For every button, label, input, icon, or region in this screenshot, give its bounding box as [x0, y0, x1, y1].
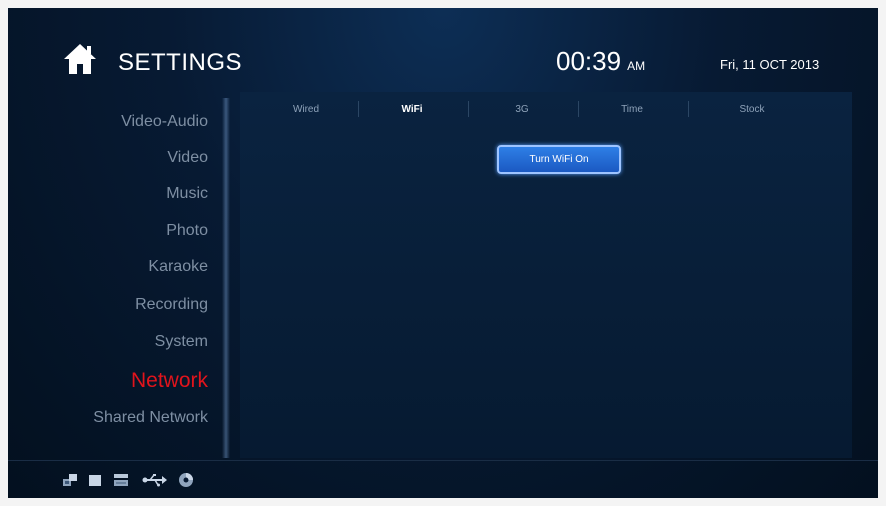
footer-divider: [8, 460, 878, 461]
settings-screen: SETTINGS 00:39 AM Fri, 11 OCT 2013 Video-…: [8, 8, 878, 498]
sidebar-item-video-audio[interactable]: Video-Audio: [121, 113, 208, 131]
clock: 00:39 AM: [556, 46, 645, 77]
clock-ampm: AM: [627, 59, 646, 73]
network-icon: [63, 474, 77, 486]
disc-icon: [179, 473, 193, 487]
sidebar-item-recording[interactable]: Recording: [135, 296, 208, 314]
hdd-icon: [114, 474, 128, 486]
clock-time: 00:39: [556, 46, 622, 76]
sidebar-item-video[interactable]: Video: [167, 149, 208, 167]
turn-wifi-on-button[interactable]: Turn WiFi On: [497, 145, 621, 174]
tab-wifi[interactable]: WiFi: [382, 104, 442, 115]
tab-separator: [358, 101, 359, 117]
tab-separator: [688, 101, 689, 117]
status-bar: [62, 470, 194, 490]
sidebar-item-system[interactable]: System: [155, 333, 208, 351]
tab-separator: [468, 101, 469, 117]
page-title: SETTINGS: [118, 49, 243, 76]
sidebar-item-network[interactable]: Network: [131, 369, 208, 393]
sidebar-item-photo[interactable]: Photo: [166, 222, 208, 240]
sidebar-item-music[interactable]: Music: [166, 185, 208, 203]
sidebar-divider: [222, 98, 230, 458]
usb-icon: [142, 474, 167, 487]
card-icon: [89, 475, 101, 486]
home-icon[interactable]: [62, 42, 98, 76]
date: Fri, 11 OCT 2013: [720, 57, 820, 72]
sidebar-item-shared-network[interactable]: Shared Network: [93, 409, 208, 427]
header: SETTINGS 00:39 AM Fri, 11 OCT 2013: [8, 8, 878, 90]
tab-time[interactable]: Time: [602, 104, 662, 115]
tab-stock[interactable]: Stock: [722, 104, 782, 115]
tab-separator: [578, 101, 579, 117]
sidebar-item-karaoke[interactable]: Karaoke: [148, 258, 208, 276]
tab-wired[interactable]: Wired: [276, 104, 336, 115]
tab-3g[interactable]: 3G: [492, 104, 552, 115]
